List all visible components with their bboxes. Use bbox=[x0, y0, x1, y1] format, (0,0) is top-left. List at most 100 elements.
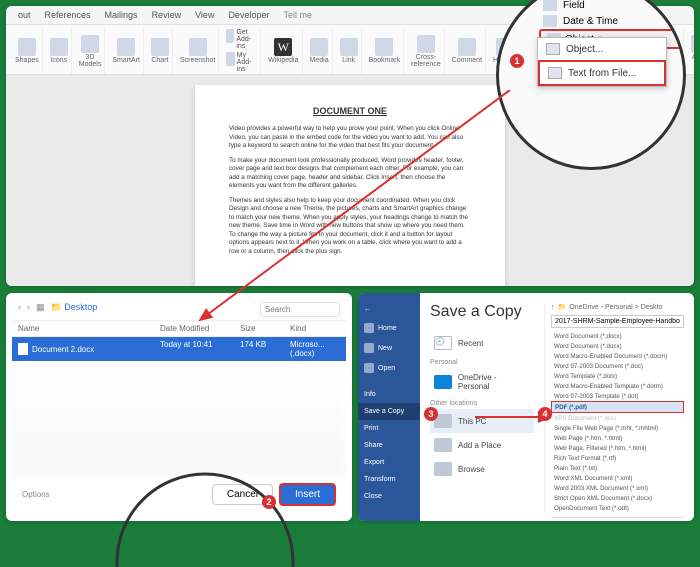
screenshot-button[interactable]: Screenshot bbox=[177, 28, 219, 74]
format-option[interactable]: Word Macro-Enabled Template (*.dotm) bbox=[551, 381, 684, 391]
plus-icon bbox=[434, 438, 452, 452]
getaddins-label[interactable]: Get Add-ins bbox=[236, 29, 257, 50]
bookmark-icon bbox=[375, 38, 393, 56]
tab-tellme[interactable]: Tell me bbox=[281, 8, 314, 22]
shapes-button[interactable]: Shapes bbox=[12, 28, 43, 74]
comment-button[interactable]: Comment bbox=[449, 28, 486, 74]
tab-view[interactable]: View bbox=[193, 8, 216, 22]
icons-icon bbox=[50, 38, 68, 56]
format-option[interactable]: Web Page (*.htm, *.html) bbox=[551, 433, 684, 443]
screenshot-icon bbox=[189, 38, 207, 56]
media-icon bbox=[310, 38, 328, 56]
partial-circle-callout bbox=[110, 467, 300, 567]
filename-input[interactable] bbox=[551, 315, 684, 328]
format-option[interactable]: XPS Document (*.xps) bbox=[551, 413, 684, 423]
folder-small-icon: 📁 bbox=[558, 303, 567, 311]
sidebar-save-a-copy[interactable]: Save a Copy bbox=[358, 403, 420, 420]
format-option[interactable]: Strict Open XML Document (*.docx) bbox=[551, 493, 684, 503]
format-option[interactable]: OpenDocument Text (*.odt) bbox=[551, 503, 684, 513]
format-option[interactable]: Word Template (*.dotx) bbox=[551, 371, 684, 381]
link-icon bbox=[340, 38, 358, 56]
media-button[interactable]: Media bbox=[307, 28, 333, 74]
store-icon[interactable] bbox=[226, 29, 234, 43]
chart-button[interactable]: Chart bbox=[148, 28, 173, 74]
sidebar-print[interactable]: Print bbox=[358, 420, 420, 437]
other-locations-section: Other locations bbox=[430, 400, 534, 407]
save-path[interactable]: ↑📁OneDrive - Personal > Deskto bbox=[551, 303, 684, 311]
open-icon bbox=[364, 363, 374, 373]
crossref-button[interactable]: Cross-reference bbox=[408, 28, 445, 74]
crossref-icon bbox=[417, 35, 435, 53]
nav-back-icon[interactable]: ‹ bbox=[18, 302, 21, 313]
nav-fwd-icon[interactable]: › bbox=[27, 302, 30, 313]
datetime-item[interactable]: Date & Time bbox=[539, 13, 685, 29]
up-arrow-icon[interactable]: ↑ bbox=[551, 304, 555, 311]
tab-review[interactable]: Review bbox=[150, 8, 184, 22]
sidebar-transform[interactable]: Transform bbox=[358, 471, 420, 488]
format-option[interactable]: Word 2003 XML Document (*.xml) bbox=[551, 483, 684, 493]
object-menu-item[interactable]: Object... bbox=[538, 38, 666, 60]
smartart-button[interactable]: SmartArt bbox=[109, 28, 144, 74]
text-file-icon bbox=[548, 67, 562, 79]
blurred-file-list bbox=[12, 365, 346, 475]
tab-references[interactable]: References bbox=[43, 8, 93, 22]
sidebar-share[interactable]: Share bbox=[358, 437, 420, 454]
tab-out[interactable]: out bbox=[16, 8, 33, 22]
format-list[interactable]: Word Document (*.docx)Word Document (*.d… bbox=[551, 331, 684, 513]
format-option[interactable]: PDF (*.pdf) bbox=[551, 401, 684, 413]
result-file[interactable]: 2017-18 HR Strategic Plan bbox=[551, 517, 684, 521]
3dmodels-button[interactable]: 3D Models bbox=[76, 28, 106, 74]
addins-group: Get Add-ins My Add-ins bbox=[223, 28, 261, 74]
sidebar-open[interactable]: Open bbox=[358, 358, 420, 378]
bookmark-button[interactable]: Bookmark bbox=[366, 28, 405, 74]
browse-location[interactable]: Browse bbox=[430, 457, 534, 481]
format-option[interactable]: Word Macro-Enabled Document (*.docm) bbox=[551, 351, 684, 361]
text-from-file-menu-item[interactable]: Text from File... bbox=[538, 60, 666, 86]
icons-button[interactable]: Icons bbox=[47, 28, 72, 74]
sidebar-info[interactable]: Info bbox=[358, 386, 420, 403]
format-option[interactable]: Web Page, Filtered (*.htm, *.html) bbox=[551, 443, 684, 453]
folder-icon bbox=[434, 462, 452, 476]
addplace-location[interactable]: Add a Place bbox=[430, 433, 534, 457]
options-link[interactable]: Options bbox=[22, 490, 50, 499]
shapes-icon bbox=[18, 38, 36, 56]
object-file-icon bbox=[546, 43, 560, 55]
sidebar-export[interactable]: Export bbox=[358, 454, 420, 471]
symbol-button[interactable]: Adva Syn bbox=[688, 28, 694, 74]
format-option[interactable]: Word Document (*.docx) bbox=[551, 341, 684, 351]
nav-grid-icon[interactable]: ▦ bbox=[36, 302, 45, 313]
onedrive-location[interactable]: OneDrive - Personal bbox=[430, 368, 534, 396]
callout-badge-1: 1 bbox=[510, 54, 524, 68]
callout-badge-3: 3 bbox=[424, 407, 438, 421]
addins-icon[interactable] bbox=[226, 52, 234, 66]
field-item[interactable]: Field bbox=[539, 0, 685, 13]
sidebar-close[interactable]: Close bbox=[358, 488, 420, 505]
onedrive-icon bbox=[434, 375, 452, 389]
symbol-icon bbox=[691, 35, 694, 53]
object-dropdown-menu: Object... Text from File... bbox=[537, 37, 667, 87]
tab-developer[interactable]: Developer bbox=[226, 8, 271, 22]
comment-icon bbox=[458, 38, 476, 56]
wikipedia-icon: W bbox=[274, 38, 292, 56]
format-option[interactable]: Rich Text Format (*.rtf) bbox=[551, 453, 684, 463]
format-option[interactable]: Word 97-2003 Document (*.doc) bbox=[551, 361, 684, 371]
field-icon bbox=[543, 0, 557, 11]
format-option[interactable]: Word XML Document (*.xml) bbox=[551, 473, 684, 483]
chart-icon bbox=[151, 38, 169, 56]
folder-icon: 📁 bbox=[51, 302, 62, 312]
col-name[interactable]: Name bbox=[18, 324, 160, 333]
personal-section: Personal bbox=[430, 359, 534, 366]
format-option[interactable]: Word 97-2003 Template (*.dot) bbox=[551, 391, 684, 401]
tab-mailings[interactable]: Mailings bbox=[103, 8, 140, 22]
cube-icon bbox=[81, 35, 99, 53]
docx-icon bbox=[18, 343, 28, 355]
breadcrumb[interactable]: 📁 Desktop bbox=[51, 302, 98, 313]
format-option[interactable]: Word Document (*.docx) bbox=[551, 331, 684, 341]
arrow-1-to-2 bbox=[190, 90, 520, 350]
format-option[interactable]: Single File Web Page (*.mht, *.mhtml) bbox=[551, 423, 684, 433]
format-option[interactable]: Plain Text (*.txt) bbox=[551, 463, 684, 473]
callout-badge-2: 2 bbox=[262, 495, 276, 509]
myaddins-label[interactable]: My Add-ins bbox=[237, 52, 258, 73]
link-button[interactable]: Link bbox=[337, 28, 362, 74]
wikipedia-button[interactable]: WWikipedia bbox=[265, 28, 302, 74]
